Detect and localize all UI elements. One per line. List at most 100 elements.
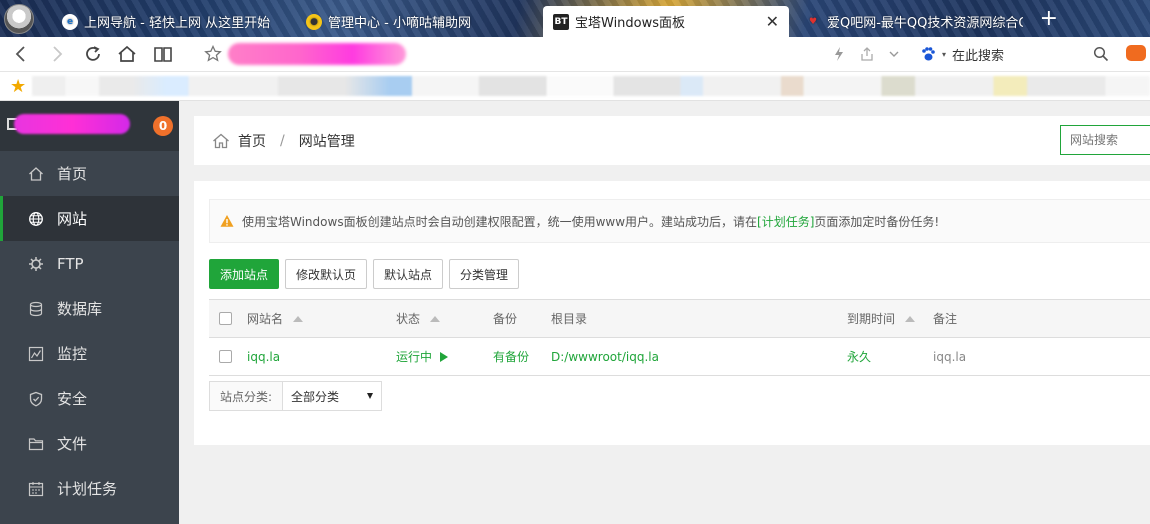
bookmarks-list[interactable] [32,76,1150,96]
breadcrumb-home-link[interactable]: 首页 [238,131,266,151]
message-count-badge[interactable]: 0 [153,116,173,136]
forward-button[interactable] [44,41,70,67]
user-avatar[interactable] [4,4,34,34]
play-icon [440,351,449,362]
sidebar-item-label: 计划任务 [57,480,118,498]
toolbar: 添加站点 修改默认页 默认站点 分类管理 [209,259,520,289]
flash-button[interactable] [826,41,852,67]
table-header-row: 网站名 状态 备份 根目录 到期时间 备注 [209,300,1150,338]
shield-icon [28,391,44,407]
sidebar-item-label: FTP [57,254,84,273]
baidu-paw-icon [922,47,935,61]
column-header-root: 根目录 [551,312,588,326]
column-header-remark: 备注 [933,312,958,326]
bookmark-star-button[interactable] [200,41,226,67]
search-placeholder: 在此搜索 [952,48,1005,64]
reading-mode-button[interactable] [150,41,176,67]
star-outline-icon [204,45,222,62]
bookmarks-bar: ★ [0,72,1150,101]
notice-banner: 使用宝塔Windows面板创建站点时会自动创建权限配置，统一使用www用户。建站… [209,199,1150,243]
category-label: 站点分类: [210,382,284,410]
sidebar-item-cron[interactable]: 计划任务 [0,466,179,511]
sidebar-header: 0 [0,101,179,151]
book-icon [154,47,172,62]
game-icon[interactable] [1126,45,1146,61]
warning-icon [220,215,234,227]
search-engine-box[interactable]: ▾ 在此搜索 [920,43,1115,65]
sidebar-item-label: 首页 [57,165,88,183]
sidebar-item-security[interactable]: 安全 [0,376,179,421]
site-panel: 使用宝塔Windows面板创建站点时会自动创建权限配置，统一使用www用户。建站… [194,181,1150,445]
bt-icon: BT [553,13,569,30]
share-button[interactable] [854,41,880,67]
database-icon [28,301,44,317]
column-header-name[interactable]: 网站名 [247,310,304,327]
sidebar-item-label: 安全 [57,390,88,408]
sidebar-item-home[interactable]: 首页 [0,151,179,196]
category-select[interactable]: 全部分类 [283,382,382,410]
site-status-toggle[interactable]: 运行中 [396,348,449,365]
tab-admin[interactable]: ● 管理中心 - 小嘀咕辅助网 [296,6,536,37]
tab-bt-panel[interactable]: BT 宝塔Windows面板 ✕ [543,6,789,37]
tab-nav[interactable]: e 上网导航 - 轻快上网 从这里开始 [52,6,292,37]
sidebar-item-monitor[interactable]: 监控 [0,331,179,376]
globe-icon [28,211,44,227]
favorites-star-icon[interactable]: ★ [10,76,26,97]
sort-icon [293,315,304,322]
row-checkbox[interactable] [219,350,232,363]
monitor-chart-icon [28,346,44,362]
site-root-link[interactable]: D:/wwwroot/iqq.la [551,350,659,364]
sidebar-item-database[interactable]: 数据库 [0,286,179,331]
close-tab-icon[interactable]: ✕ [766,12,779,31]
breadcrumb-current: 网站管理 [298,133,355,150]
tab-title: 爱Q吧网-最牛QQ技术资源网综合Q [827,16,1023,31]
sidebar-item-label: 数据库 [57,300,103,318]
default-site-button[interactable]: 默认站点 [373,259,444,289]
back-button[interactable] [8,41,34,67]
sidebar-item-label: 文件 [57,435,88,453]
heart-icon: ♥ [808,16,818,27]
modify-default-page-button[interactable]: 修改默认页 [285,259,368,289]
lightning-icon [835,47,843,61]
url-dropdown-button[interactable] [881,41,907,67]
sidebar-item-ftp[interactable]: FTP [0,241,179,286]
forward-arrow-icon [53,46,63,62]
address-bar[interactable] [228,43,406,65]
tab-title: 上网导航 - 轻快上网 从这里开始 [84,16,271,31]
sidebar-item-label: 监控 [57,345,88,363]
folder-icon [28,436,44,452]
browser-tab-bar: e 上网导航 - 轻快上网 从这里开始 ● 管理中心 - 小嘀咕辅助网 BT 宝… [0,0,1150,37]
home-icon [28,166,44,182]
sidebar: 0 首页 网站 FTP 数据库 监控 安全 文件 计划任务 [0,101,179,524]
site-remark[interactable]: iqq.la [933,350,966,364]
add-site-button[interactable]: 添加站点 [209,259,280,289]
cron-task-link[interactable]: [计划任务] [757,215,814,229]
server-name[interactable] [14,114,130,134]
sidebar-item-website[interactable]: 网站 [0,196,179,241]
sidebar-item-files[interactable]: 文件 [0,421,179,466]
tab-iqq[interactable]: ♥ 爱Q吧网-最牛QQ技术资源网综合Q [795,6,1023,37]
tab-title: 管理中心 - 小嘀咕辅助网 [328,16,471,31]
site-expire-link[interactable]: 永久 [847,348,871,365]
site-backup-link[interactable]: 有备份 [493,348,529,365]
ftp-icon [28,256,44,272]
sort-icon [905,315,916,322]
new-tab-button[interactable]: + [1040,6,1058,31]
home-button[interactable] [114,41,140,67]
engine-dropdown-icon[interactable]: ▾ [942,50,946,59]
notice-text: 使用宝塔Windows面板创建站点时会自动创建权限配置，统一使用www用户。建站… [242,214,940,229]
ie-icon: e [62,13,78,30]
reload-button[interactable] [80,41,106,67]
share-icon [861,47,873,61]
site-name-link[interactable]: iqq.la [247,350,280,364]
select-all-checkbox[interactable] [219,312,232,325]
category-manage-button[interactable]: 分类管理 [449,259,520,289]
home-icon [213,133,229,148]
column-header-expire[interactable]: 到期时间 [847,310,916,327]
column-header-status[interactable]: 状态 [396,310,441,327]
site-search-input[interactable] [1060,125,1150,155]
sidebar-item-label: 网站 [57,210,88,228]
home-icon [118,45,136,62]
table-row: iqq.la 运行中 有备份 D:/wwwroot/iqq.la 永久 iqq.… [209,338,1150,376]
sort-icon [430,315,441,322]
